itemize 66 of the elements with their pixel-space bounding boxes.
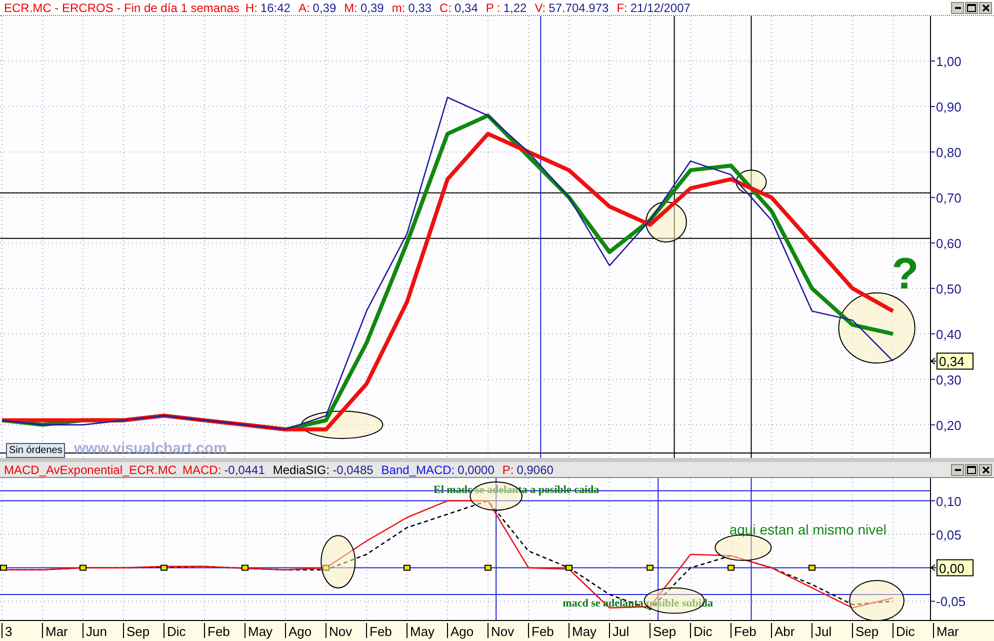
- field-value: 16:42: [260, 0, 290, 14]
- axis-label: Dic: [167, 624, 186, 639]
- field-label: A:: [298, 0, 310, 14]
- field-value: 1,22: [503, 0, 527, 14]
- field-value: -0,0441: [224, 462, 265, 476]
- field-value: 0,0000: [458, 462, 494, 476]
- axis-label: -0,05: [936, 594, 966, 610]
- axis-label: Sep: [856, 624, 879, 639]
- axis-label: Dic: [694, 624, 712, 639]
- axis-label: Nov: [329, 624, 352, 639]
- field-label: MACD:: [182, 462, 222, 476]
- axis-label: Jun: [86, 624, 107, 639]
- axis-label: May: [410, 624, 435, 639]
- axis-label: Feb: [370, 624, 392, 639]
- axis-label: May: [572, 624, 597, 639]
- axis-label: 0,80: [936, 144, 962, 160]
- field-label: m:: [392, 0, 406, 14]
- axis-label: Jul: [612, 624, 630, 639]
- axis-label: 1,00: [936, 54, 962, 70]
- axis-label: Nov: [491, 624, 514, 639]
- last-value-label: 0,34: [930, 352, 974, 370]
- axis-label: Feb: [208, 624, 230, 639]
- field-label: M:: [344, 0, 358, 14]
- axis-label: Mar: [936, 624, 959, 639]
- axis-label: 3: [5, 624, 12, 639]
- axis-label: 0,90: [936, 100, 962, 114]
- orders-button[interactable]: Sin órdenes: [6, 443, 66, 458]
- last-value-label: 0,00: [930, 559, 974, 576]
- axis-label: Abr: [774, 624, 795, 639]
- field-label: V:: [534, 0, 546, 14]
- field-value: 0,39: [312, 0, 336, 14]
- axis-label: 0,50: [936, 281, 962, 296]
- axis-label: Feb: [734, 624, 756, 639]
- axis-label: May: [248, 624, 273, 639]
- chart-title: ECR.MC - ERCROS - Fin de día 1 semanas: [4, 0, 240, 14]
- axis-label: Mar: [46, 624, 68, 639]
- field-value: 0,34: [454, 0, 478, 14]
- field-value: 0,39: [360, 0, 384, 14]
- field-label: F:: [616, 0, 628, 14]
- question-mark: ?: [892, 249, 919, 298]
- axis-label: 0,70: [936, 190, 962, 206]
- axis-label: 0,05: [936, 527, 962, 542]
- axis-label: Ago: [288, 624, 312, 639]
- axis-label: Jul: [815, 624, 832, 639]
- axis-label: Sep: [126, 624, 150, 639]
- axis-label: 0,20: [936, 418, 962, 433]
- field-value: 0,33: [408, 0, 432, 14]
- field-label: Band_MACD:: [381, 462, 455, 476]
- axis-label: Feb: [532, 624, 554, 639]
- axis-label: Sep: [653, 624, 676, 639]
- chart-title: MACD_AvExponential_ECR.MC: [4, 462, 177, 476]
- field-label: C:: [440, 0, 452, 14]
- axis-label: 0,10: [936, 494, 962, 509]
- axis-label: 0,40: [936, 326, 962, 342]
- field-value: -0,0485: [332, 462, 374, 476]
- field-label: MediaSIG:: [272, 462, 330, 476]
- field-value: 0,9060: [516, 462, 554, 476]
- axis-label: Ago: [450, 624, 474, 639]
- axis-label: 0,60: [936, 236, 962, 251]
- field-label: H:: [245, 0, 258, 14]
- axis-label: 0,30: [936, 372, 962, 388]
- field-value: 57.704.973: [548, 0, 609, 14]
- axis-label: Dic: [896, 624, 915, 639]
- field-label: P :: [486, 0, 500, 14]
- field-value: 21/12/2007: [630, 0, 690, 14]
- field-label: P:: [502, 462, 514, 476]
